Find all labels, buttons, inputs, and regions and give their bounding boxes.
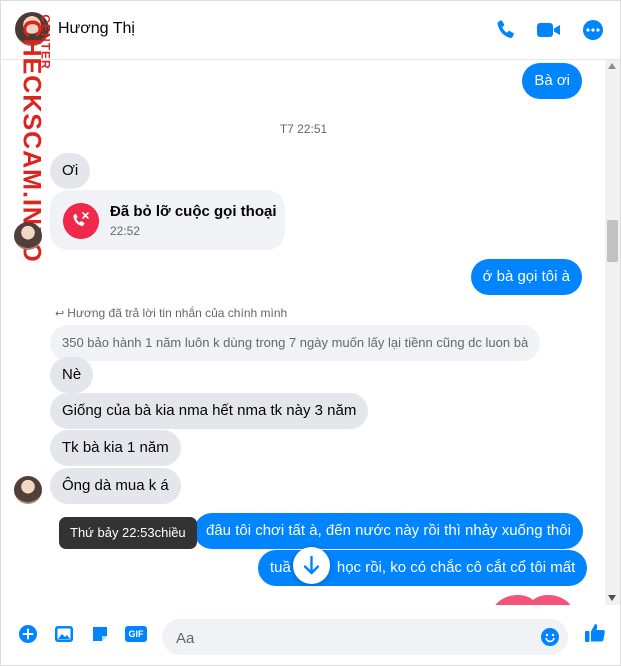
outgoing-message[interactable]: Bà ơi: [522, 63, 582, 99]
scroll-down-arrow-icon[interactable]: [608, 595, 616, 601]
missed-call-icon: [63, 203, 99, 239]
scrollbar[interactable]: [605, 60, 620, 605]
arrow-down-icon: [303, 555, 320, 575]
missed-call-card[interactable]: Đã bỏ lỡ cuộc gọi thoại 22:52: [50, 190, 285, 250]
contact-name[interactable]: Hương Thị: [58, 20, 135, 38]
incoming-message[interactable]: Giống của bà kia nma hết nma tk này 3 nă…: [50, 393, 369, 429]
reply-note: ↩ Hương đã trả lời tin nhắn của chính mì…: [55, 306, 287, 320]
more-options-icon[interactable]: [581, 18, 605, 42]
incoming-message[interactable]: Tk bà kia 1 năm: [50, 430, 181, 466]
message-input-wrapper: [162, 619, 568, 657]
incoming-message[interactable]: Ông dà mua k á: [50, 468, 181, 504]
sticker-heart-icon: [495, 595, 571, 605]
reply-note-text: Hương đã trả lời tin nhắn của chính mình: [67, 306, 288, 320]
outgoing-message[interactable]: ớ bà gọi tôi à: [470, 259, 582, 295]
message-text-start: tuầ: [270, 559, 291, 576]
like-icon[interactable]: [583, 621, 607, 645]
sticker-icon[interactable]: [89, 623, 111, 645]
gif-icon[interactable]: GIF: [125, 623, 147, 645]
emoji-icon[interactable]: [540, 627, 560, 647]
message-composer: GIF: [1, 605, 620, 665]
add-circle-icon[interactable]: [17, 623, 39, 645]
message-time-tooltip: Thứ bảy 22:53chiều: [59, 517, 197, 549]
incoming-message[interactable]: Ơi: [50, 153, 91, 189]
video-camera-icon[interactable]: [535, 18, 563, 42]
outgoing-message[interactable]: đâu tôi chơi tất à, đến nước này rồi thì…: [194, 513, 583, 549]
scroll-up-arrow-icon[interactable]: [608, 63, 616, 69]
message-list[interactable]: Bà ơi T7 22:51 Ơi Đã bỏ lỡ cuộc gọi thoạ…: [1, 60, 606, 605]
incoming-message[interactable]: Nè: [50, 357, 94, 393]
message-timestamp: T7 22:51: [279, 122, 328, 136]
quoted-message[interactable]: 350 bảo hành 1 năm luôn k dùng trong 7 n…: [50, 325, 541, 361]
chat-window: Hương Thị CHECKSCAM.INFO CENTER Bà ơi T7…: [0, 0, 621, 666]
missed-call-time: 22:52: [110, 224, 141, 238]
image-icon[interactable]: [53, 623, 75, 645]
message-text-end: học rồi, ko có chắc cô cắt cổ tôi mất: [336, 559, 576, 576]
message-input[interactable]: [174, 619, 538, 657]
missed-call-title: Đã bỏ lỡ cuộc gọi thoại: [110, 203, 277, 220]
phone-icon[interactable]: [494, 18, 518, 42]
reply-arrow-icon: ↩: [55, 308, 68, 320]
gif-label: GIF: [125, 626, 147, 642]
chat-header: Hương Thị: [1, 1, 620, 60]
sender-avatar: [14, 476, 42, 504]
scroll-to-bottom-button[interactable]: [293, 547, 330, 584]
scrollbar-thumb[interactable]: [607, 220, 618, 262]
sender-avatar: [14, 222, 42, 250]
